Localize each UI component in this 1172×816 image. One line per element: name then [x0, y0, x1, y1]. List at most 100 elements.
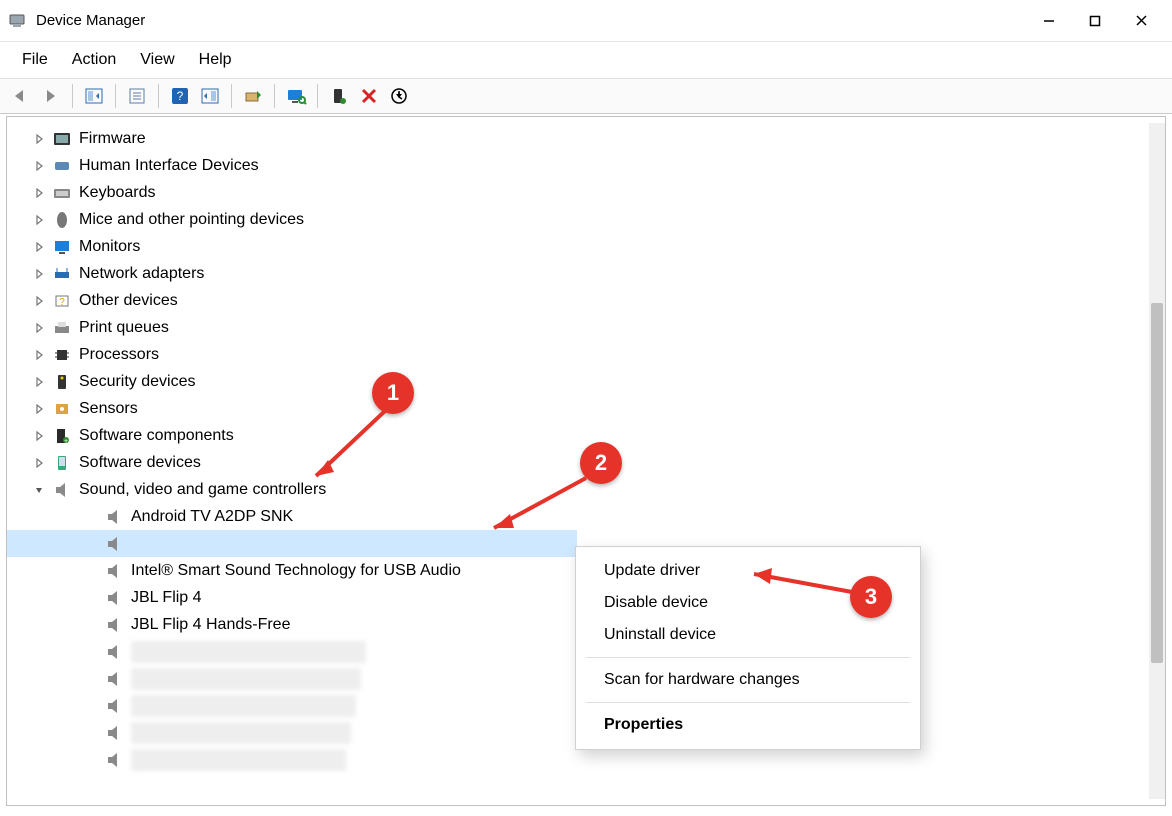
tree-category[interactable]: Human Interface Devices — [7, 152, 1165, 179]
chevron-right-icon[interactable] — [27, 377, 51, 387]
back-button[interactable] — [8, 83, 34, 109]
category-icon — [51, 158, 73, 174]
tree-category[interactable]: Sound, video and game controllers — [7, 476, 1165, 503]
chevron-right-icon[interactable] — [27, 350, 51, 360]
redacted-label — [131, 749, 346, 771]
forward-button[interactable] — [38, 83, 64, 109]
speaker-icon — [103, 589, 125, 607]
speaker-icon — [103, 535, 125, 553]
speaker-icon — [103, 508, 125, 526]
scan-hardware-button[interactable] — [283, 83, 309, 109]
chevron-right-icon[interactable] — [27, 242, 51, 252]
minimize-button[interactable] — [1026, 5, 1072, 37]
chevron-right-icon[interactable] — [27, 215, 51, 225]
category-label: Mice and other pointing devices — [79, 206, 304, 233]
help-button[interactable]: ? — [167, 83, 193, 109]
chevron-right-icon[interactable] — [27, 404, 51, 414]
category-label: Human Interface Devices — [79, 152, 259, 179]
speaker-icon — [103, 562, 125, 580]
redacted-label — [131, 668, 361, 690]
device-label: Intel® Smart Sound Technology for USB Au… — [131, 557, 461, 584]
redacted-label — [131, 641, 366, 663]
chevron-right-icon[interactable] — [27, 161, 51, 171]
category-icon — [51, 239, 73, 255]
chevron-down-icon[interactable] — [27, 485, 51, 495]
annotation-badge-3: 3 — [850, 576, 892, 618]
toolbar: ? — [0, 78, 1172, 114]
category-icon — [51, 401, 73, 417]
properties-button[interactable] — [124, 83, 150, 109]
category-label: Processors — [79, 341, 159, 368]
category-icon: ? — [51, 293, 73, 309]
tree-category[interactable]: +Software components — [7, 422, 1165, 449]
category-label: Keyboards — [79, 179, 156, 206]
show-hide-tree-button[interactable] — [81, 83, 107, 109]
toolbar-separator — [274, 84, 275, 108]
category-label: Security devices — [79, 368, 196, 395]
ctx-uninstall-device[interactable]: Uninstall device — [576, 619, 920, 651]
svg-text:?: ? — [177, 89, 184, 103]
tree-device[interactable]: Android TV A2DP SNK — [7, 503, 1165, 530]
scroll-thumb[interactable] — [1151, 303, 1163, 663]
tree-category[interactable]: Print queues — [7, 314, 1165, 341]
annotation-badge-2: 2 — [580, 442, 622, 484]
tree-category[interactable]: Processors — [7, 341, 1165, 368]
chevron-right-icon[interactable] — [27, 458, 51, 468]
tree-category[interactable]: Security devices — [7, 368, 1165, 395]
category-icon — [51, 454, 73, 472]
category-icon: + — [51, 427, 73, 445]
chevron-right-icon[interactable] — [27, 296, 51, 306]
menu-help[interactable]: Help — [187, 45, 244, 75]
maximize-button[interactable] — [1072, 5, 1118, 37]
window-controls — [1026, 5, 1164, 37]
enable-device-button[interactable] — [326, 83, 352, 109]
menu-file[interactable]: File — [10, 45, 60, 75]
speaker-icon — [103, 643, 125, 661]
chevron-right-icon[interactable] — [27, 188, 51, 198]
toolbar-separator — [115, 84, 116, 108]
tree-category[interactable]: Mice and other pointing devices — [7, 206, 1165, 233]
ctx-separator — [586, 702, 910, 703]
tree-category[interactable]: Monitors — [7, 233, 1165, 260]
category-label: Firmware — [79, 125, 146, 152]
tree-device[interactable] — [7, 530, 577, 557]
speaker-icon — [103, 670, 125, 688]
update-driver-button[interactable] — [240, 83, 266, 109]
ctx-properties[interactable]: Properties — [576, 709, 920, 741]
chevron-right-icon[interactable] — [27, 269, 51, 279]
disable-device-button[interactable] — [386, 83, 412, 109]
close-button[interactable] — [1118, 5, 1164, 37]
tree-category[interactable]: Firmware — [7, 125, 1165, 152]
chevron-right-icon[interactable] — [27, 323, 51, 333]
ctx-scan-hardware[interactable]: Scan for hardware changes — [576, 664, 920, 696]
menu-view[interactable]: View — [128, 45, 186, 75]
toolbar-separator — [231, 84, 232, 108]
tree-category[interactable]: Keyboards — [7, 179, 1165, 206]
toolbar-separator — [72, 84, 73, 108]
tree-category[interactable]: ?Other devices — [7, 287, 1165, 314]
category-icon — [51, 131, 73, 147]
category-label: Print queues — [79, 314, 169, 341]
chevron-right-icon[interactable] — [27, 134, 51, 144]
device-label: JBL Flip 4 — [131, 584, 202, 611]
category-label: Sensors — [79, 395, 138, 422]
svg-text:+: + — [64, 438, 68, 445]
device-label: Android TV A2DP SNK — [131, 503, 293, 530]
tree-category[interactable]: Sensors — [7, 395, 1165, 422]
category-icon — [51, 266, 73, 282]
category-label: Software devices — [79, 449, 201, 476]
svg-text:?: ? — [59, 297, 65, 308]
tree-device[interactable] — [7, 746, 1165, 773]
chevron-right-icon[interactable] — [27, 431, 51, 441]
tree-category[interactable]: Network adapters — [7, 260, 1165, 287]
redacted-label — [131, 722, 351, 744]
category-icon — [51, 346, 73, 364]
category-icon — [51, 186, 73, 200]
action-pane-button[interactable] — [197, 83, 223, 109]
menu-action[interactable]: Action — [60, 45, 128, 75]
toolbar-separator — [317, 84, 318, 108]
window-title: Device Manager — [36, 12, 1026, 29]
category-icon — [51, 211, 73, 229]
uninstall-device-button[interactable] — [356, 83, 382, 109]
category-label: Network adapters — [79, 260, 204, 287]
